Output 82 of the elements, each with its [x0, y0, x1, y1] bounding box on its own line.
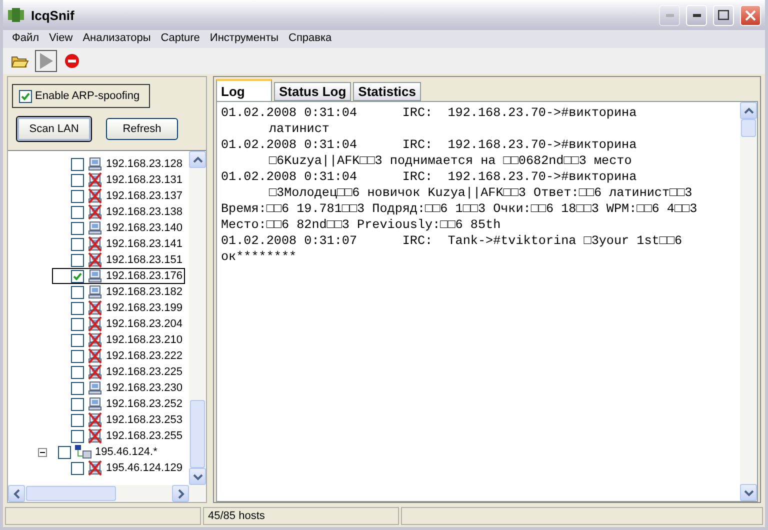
checkbox[interactable] [71, 318, 84, 330]
tab[interactable]: Statistics [353, 82, 421, 101]
log-line: □6Kuzya||AFK□□3 поднимается на □□0682nd□□3 место [269, 153, 633, 169]
maximize-icon [718, 10, 729, 20]
tree-item[interactable]: 192.168.23.138 [52, 204, 186, 220]
scan-button[interactable]: Scan LAN [16, 116, 92, 142]
log-line: Место:□□6 82nd□□3 Previously:□□6 85th [221, 217, 502, 233]
checkbox[interactable] [71, 238, 84, 250]
minimize-button[interactable] [686, 4, 707, 26]
tree-item[interactable]: 192.168.23.137 [52, 188, 186, 204]
log-line: 01.02.2008 0:31:04 IRC: 192.168.23.70->#викторина [221, 105, 638, 121]
tree-item[interactable]: 192.168.23.252 [52, 396, 186, 412]
checkbox[interactable] [71, 430, 84, 442]
log-line: латинист [269, 121, 330, 137]
refresh-button[interactable]: Refresh [106, 118, 178, 140]
checkbox[interactable] [71, 414, 84, 426]
tree-item[interactable]: 192.168.23.182 [52, 284, 186, 300]
tree-item[interactable]: 192.168.23.141 [52, 236, 186, 252]
vertical-scrollbar[interactable] [740, 102, 757, 501]
checkbox[interactable] [71, 334, 84, 346]
tree-item[interactable]: 192.168.23.230 [52, 380, 186, 396]
checkbox[interactable] [71, 398, 84, 410]
checkbox[interactable] [71, 286, 84, 298]
app-icon [7, 7, 25, 23]
minimize-icon [666, 14, 674, 16]
tree-item[interactable]: 192.168.23.222 [52, 348, 186, 364]
checkbox[interactable] [71, 190, 84, 202]
tree-item[interactable]: 192.168.23.255 [52, 428, 186, 444]
tree-item[interactable]: 192.168.23.199 [52, 300, 186, 316]
checkbox[interactable] [71, 382, 84, 394]
network-label: 195.46.124.* [95, 446, 158, 458]
checkbox[interactable] [71, 174, 84, 186]
close-icon [745, 10, 756, 20]
collapse-icon[interactable] [38, 448, 47, 456]
tree-item[interactable]: 192.168.23.204 [52, 316, 186, 332]
log-line: 01.02.2008 0:31:04 IRC: 192.168.23.70->#викторина [221, 137, 638, 153]
log-line: ок******** [221, 249, 298, 265]
checkbox[interactable] [71, 158, 84, 170]
tree-item[interactable]: 192.168.23.253 [52, 412, 186, 428]
tree-item[interactable]: 192.168.23.210 [52, 332, 186, 348]
tab[interactable]: Log [216, 79, 272, 101]
network-icon [74, 444, 92, 460]
menu-item[interactable]: Инструменты [204, 30, 284, 48]
log-line: 01.02.2008 0:31:07 IRC: Tank->#tviktorina □3your 1st□□6 [221, 233, 684, 249]
menu-item[interactable]: Файл [7, 30, 44, 48]
tree-item[interactable]: 192.168.23.176 [52, 268, 186, 284]
arp-spoofing-checkbox[interactable]: Enable ARP-spoofing [12, 84, 150, 108]
maximize-button[interactable] [713, 4, 734, 26]
checkbox[interactable] [71, 462, 84, 474]
log-line: 01.02.2008 0:31:04 IRC: 192.168.23.70->#викторина [221, 169, 638, 185]
menu-item[interactable]: Справка [284, 30, 337, 48]
menu-item[interactable]: Capture [156, 30, 205, 48]
checkbox[interactable] [71, 270, 84, 282]
checkmark-icon [73, 272, 82, 280]
scrollbar-thumb[interactable] [190, 400, 205, 468]
checkbox[interactable] [71, 222, 84, 234]
tree-item[interactable]: 192.168.23.140 [52, 220, 186, 236]
tab[interactable]: Status Log [274, 82, 352, 101]
horizontal-scrollbar[interactable] [8, 485, 206, 502]
tree-item[interactable]: 192.168.23.128 [52, 156, 186, 172]
tree-item[interactable]: 195.46.124.129 [52, 460, 186, 476]
checkbox[interactable] [71, 254, 84, 266]
checkbox[interactable] [71, 302, 84, 314]
minimize-icon [692, 14, 700, 16]
vertical-scrollbar[interactable] [189, 151, 206, 485]
log-line: Время:□□6 19.781□□3 Подряд:□□6 1□□3 Очки:□□6 18□□3 WPM:□□6 4□□3 [221, 201, 698, 217]
tree-item[interactable]: 192.168.23.225 [52, 364, 186, 380]
checkmark-icon [21, 92, 30, 100]
close-button[interactable] [740, 4, 761, 26]
menu-item[interactable]: View [44, 30, 78, 48]
window-title: IcqSnif [31, 8, 76, 22]
scrollbar-thumb[interactable] [26, 486, 116, 501]
tree-item[interactable]: 192.168.23.131 [52, 172, 186, 188]
tree-item[interactable]: 192.168.23.151 [52, 252, 186, 268]
checkbox[interactable] [71, 366, 84, 378]
checkbox[interactable] [71, 206, 84, 218]
checkbox[interactable] [71, 350, 84, 362]
menu-item[interactable]: Анализаторы [78, 30, 156, 48]
status-text: 45/85 hosts [203, 507, 399, 525]
scrollbar-thumb[interactable] [741, 119, 756, 137]
log-line: □3Молодец□□6 новичок Kuzya||AFK□□3 Ответ:□□6 латинист□□3 [269, 185, 694, 201]
checkbox[interactable] [58, 446, 71, 458]
